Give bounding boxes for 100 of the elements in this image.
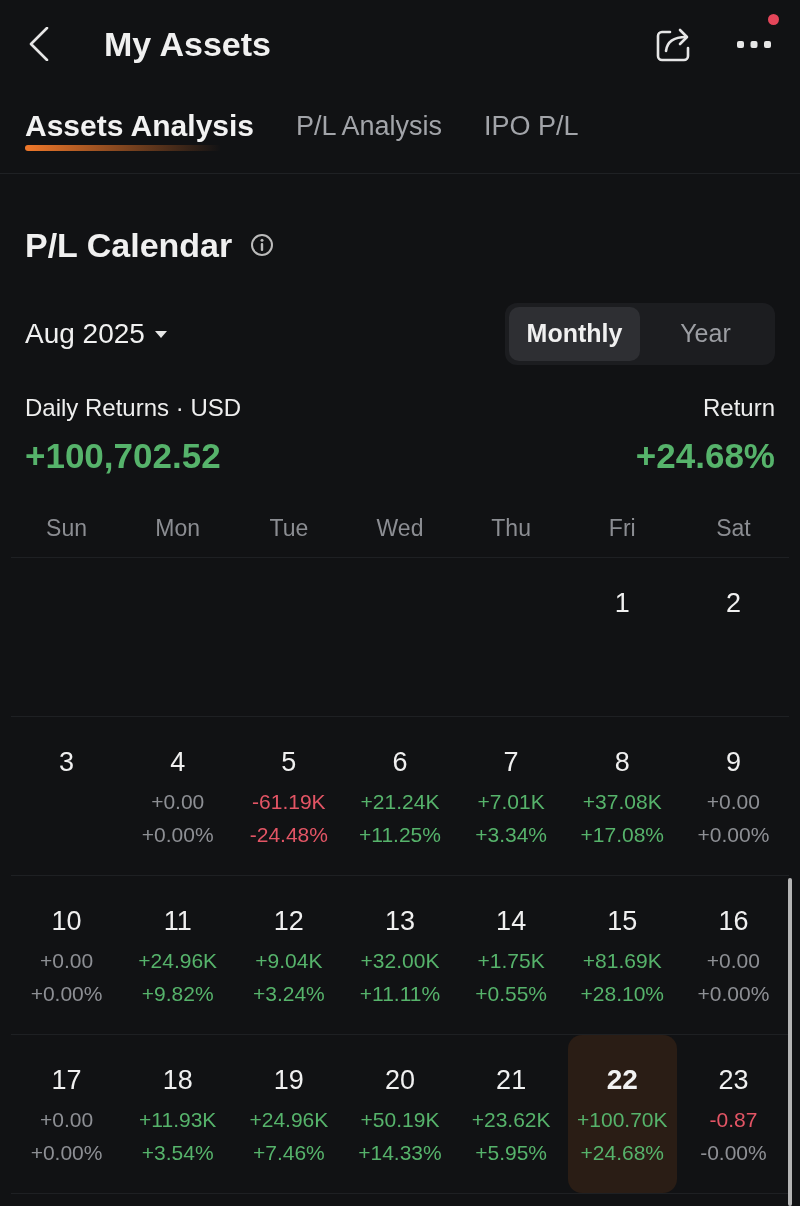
daily-pl-percent: +14.33% bbox=[358, 1140, 442, 1166]
daily-pl-percent: +0.55% bbox=[475, 981, 548, 1007]
daily-pl-amount: +100.70K bbox=[577, 1107, 668, 1133]
calendar-day-cell[interactable]: 19 +24.96K +7.46% bbox=[234, 1035, 344, 1193]
calendar-day-cell[interactable]: 3 bbox=[12, 717, 122, 875]
daily-pl-amount: +24.96K bbox=[249, 1107, 329, 1133]
calendar-day-cell[interactable]: 8 +37.08K +17.08% bbox=[567, 717, 677, 875]
info-icon[interactable] bbox=[250, 233, 275, 257]
caret-icon bbox=[154, 330, 167, 338]
daily-pl-percent: -24.48% bbox=[249, 822, 328, 848]
month-selector[interactable]: Aug 2025 bbox=[25, 316, 167, 352]
calendar-day-cell[interactable]: 21 +23.62K +5.95% bbox=[456, 1035, 566, 1193]
daily-pl-amount: +9.04K bbox=[255, 948, 323, 974]
daily-pl-percent: +5.95% bbox=[475, 1140, 548, 1166]
day-number: 13 bbox=[384, 905, 415, 938]
daily-pl-amount: +0.00 bbox=[151, 789, 205, 815]
day-number: 2 bbox=[725, 587, 741, 620]
daily-pl-amount: +0.00 bbox=[706, 948, 760, 974]
daily-pl-amount: +0.00 bbox=[40, 948, 94, 974]
day-number: 15 bbox=[607, 905, 638, 938]
day-number: 5 bbox=[281, 746, 297, 779]
daily-pl-percent: +3.54% bbox=[141, 1140, 214, 1166]
weekday-label: Thu bbox=[491, 513, 531, 543]
day-number: 17 bbox=[51, 1064, 82, 1097]
day-number: 3 bbox=[59, 746, 75, 779]
calendar-day-cell[interactable]: 23 -0.87 -0.00% bbox=[678, 1035, 788, 1193]
calendar-day-cell[interactable]: 18 +11.93K +3.54% bbox=[123, 1035, 233, 1193]
calendar-day-cell[interactable]: 2 bbox=[678, 558, 788, 716]
day-number: 9 bbox=[725, 746, 741, 779]
weekday-label: Tue bbox=[269, 513, 309, 543]
period-option[interactable]: Monthly bbox=[509, 307, 640, 361]
day-number: 19 bbox=[273, 1064, 304, 1097]
return-label: Return bbox=[702, 393, 775, 423]
daily-pl-amount: +32.00K bbox=[360, 948, 440, 974]
calendar-day-cell[interactable]: 20 +50.19K +14.33% bbox=[345, 1035, 455, 1193]
calendar-day-cell[interactable]: 22 +100.70K +24.68% bbox=[567, 1035, 677, 1193]
tab[interactable]: IPO P/L bbox=[484, 107, 579, 145]
calendar-day-cell[interactable]: 14 +1.75K +0.55% bbox=[456, 876, 566, 1034]
section-title: P/L Calendar bbox=[25, 225, 233, 266]
day-number: 20 bbox=[384, 1064, 415, 1097]
calendar-day-cell[interactable]: 15 +81.69K +28.10% bbox=[567, 876, 677, 1034]
weekday-label: Sat bbox=[716, 513, 751, 543]
calendar-day-cell[interactable]: 16 +0.00 +0.00% bbox=[678, 876, 788, 1034]
day-number: 1 bbox=[614, 587, 630, 620]
daily-pl-percent: +0.00% bbox=[697, 822, 770, 848]
daily-pl-percent: +0.00% bbox=[30, 1140, 103, 1166]
calendar-day-cell[interactable]: 12 +9.04K +3.24% bbox=[234, 876, 344, 1034]
daily-pl-percent: +3.34% bbox=[475, 822, 548, 848]
tab[interactable]: Assets Analysis bbox=[25, 107, 254, 151]
daily-pl-percent: +28.10% bbox=[580, 981, 664, 1007]
weekday-label: Mon bbox=[155, 513, 201, 543]
back-icon bbox=[29, 27, 49, 61]
daily-pl-amount: +7.01K bbox=[477, 789, 545, 815]
calendar-day-cell[interactable]: 5 -61.19K -24.48% bbox=[234, 717, 344, 875]
day-number: 18 bbox=[162, 1064, 193, 1097]
daily-pl-percent: +17.08% bbox=[580, 822, 664, 848]
daily-pl-percent: +11.25% bbox=[359, 822, 441, 848]
day-number: 21 bbox=[496, 1064, 527, 1097]
daily-pl-percent: +9.82% bbox=[141, 981, 214, 1007]
day-number: 14 bbox=[496, 905, 527, 938]
summary-label: Daily Returns · USD bbox=[25, 393, 242, 423]
day-number: 12 bbox=[273, 905, 304, 938]
day-number: 7 bbox=[503, 746, 519, 779]
more-icon bbox=[737, 40, 771, 48]
daily-pl-percent: +0.00% bbox=[697, 981, 770, 1007]
daily-pl-amount: -61.19K bbox=[252, 789, 326, 815]
calendar-day-cell[interactable]: 10 +0.00 +0.00% bbox=[12, 876, 122, 1034]
day-number: 16 bbox=[718, 905, 749, 938]
calendar-day-cell[interactable]: 1 bbox=[567, 558, 677, 716]
daily-pl-amount: +23.62K bbox=[471, 1107, 551, 1133]
daily-pl-percent: +0.00% bbox=[141, 822, 214, 848]
page-title: My Assets bbox=[104, 24, 271, 65]
tab[interactable]: P/L Analysis bbox=[296, 107, 443, 145]
day-number: 11 bbox=[163, 905, 192, 938]
day-number: 8 bbox=[614, 746, 630, 779]
weekday-label: Fri bbox=[608, 513, 636, 543]
daily-pl-percent: +0.00% bbox=[30, 981, 103, 1007]
daily-pl-percent: +7.46% bbox=[252, 1140, 325, 1166]
daily-pl-amount: -0.87 bbox=[709, 1107, 758, 1133]
daily-pl-amount: +37.08K bbox=[582, 789, 662, 815]
daily-pl-amount: +21.24K bbox=[360, 789, 440, 815]
daily-pl-amount: +24.96K bbox=[138, 948, 218, 974]
daily-pl-amount: +0.00 bbox=[706, 789, 760, 815]
daily-pl-amount: +0.00 bbox=[40, 1107, 94, 1133]
daily-pl-percent: +24.68% bbox=[580, 1140, 664, 1166]
return-percent: +24.68% bbox=[635, 435, 775, 477]
calendar-day-cell[interactable]: 6 +21.24K +11.25% bbox=[345, 717, 455, 875]
weekday-label: Wed bbox=[376, 513, 424, 543]
period-option[interactable]: Year bbox=[640, 307, 771, 361]
calendar-day-cell[interactable]: 13 +32.00K +11.11% bbox=[345, 876, 455, 1034]
daily-pl-amount: +1.75K bbox=[477, 948, 545, 974]
total-return-amount: +100,702.52 bbox=[25, 435, 221, 477]
calendar-day-cell[interactable]: 9 +0.00 +0.00% bbox=[678, 717, 788, 875]
weekday-label: Sun bbox=[46, 513, 88, 543]
calendar-day-cell[interactable]: 4 +0.00 +0.00% bbox=[123, 717, 233, 875]
daily-pl-amount: +11.93K bbox=[139, 1107, 217, 1133]
calendar-day-cell[interactable]: 17 +0.00 +0.00% bbox=[12, 1035, 122, 1193]
calendar-day-cell[interactable]: 7 +7.01K +3.34% bbox=[456, 717, 566, 875]
day-number: 4 bbox=[170, 746, 186, 779]
calendar-day-cell[interactable]: 11 +24.96K +9.82% bbox=[123, 876, 233, 1034]
